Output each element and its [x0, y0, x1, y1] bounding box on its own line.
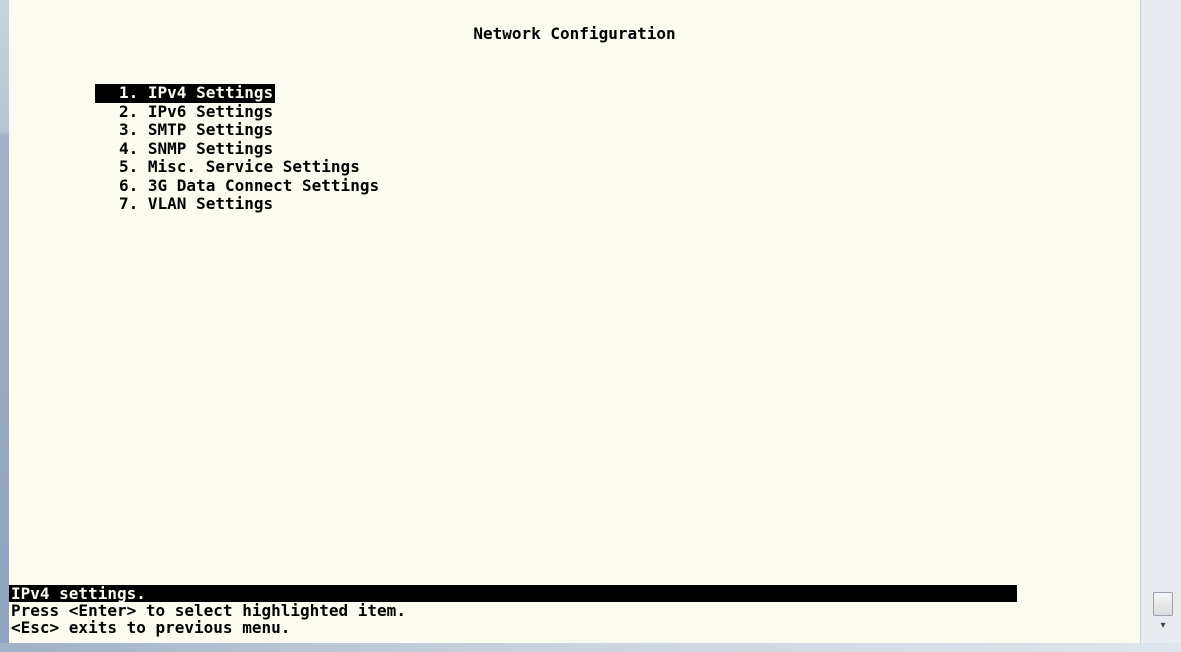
scrollbar-thumb[interactable]	[1153, 592, 1173, 616]
menu-item-ipv4-settings[interactable]: 1. IPv4 Settings	[95, 83, 276, 103]
menu-item-misc-service-settings[interactable]: 5. Misc. Service Settings	[95, 157, 379, 177]
status-description-bar: IPv4 settings.	[9, 585, 1017, 602]
network-config-menu: 1. IPv4 Settings 2. IPv6 Settings 3. SMT…	[95, 83, 380, 214]
vertical-scrollbar[interactable]: ▾	[1140, 0, 1181, 643]
menu-item-3g-data-connect-settings[interactable]: 6. 3G Data Connect Settings	[95, 175, 380, 196]
menu-item-label: 3. SMTP Settings	[119, 120, 274, 139]
help-text-esc: <Esc> exits to previous menu.	[11, 618, 291, 637]
menu-item-ipv6-settings[interactable]: 2. IPv6 Settings	[95, 101, 379, 122]
menu-item-label: 2. IPv6 Settings	[119, 101, 274, 121]
menu-item-label: 5. Misc. Service Settings	[119, 157, 360, 176]
help-text-enter: Press <Enter> to select highlighted item…	[11, 601, 406, 620]
window-frame-left	[0, 0, 9, 652]
menu-item-label: 1. IPv4 Settings	[119, 83, 274, 102]
menu-item-snmp-settings[interactable]: 4. SNMP Settings	[95, 138, 379, 159]
menu-item-vlan-settings[interactable]: 7. VLAN Settings	[95, 194, 379, 214]
menu-item-label: 6. 3G Data Connect Settings	[119, 175, 380, 195]
terminal-screen[interactable]: Network Configuration 1. IPv4 Settings 2…	[9, 0, 1140, 643]
window-frame-bottom	[0, 643, 1181, 652]
menu-item-label: 7. VLAN Settings	[119, 194, 274, 213]
scroll-down-arrow-icon[interactable]: ▾	[1155, 618, 1171, 634]
page-title: Network Configuration	[473, 24, 676, 43]
menu-item-smtp-settings[interactable]: 3. SMTP Settings	[95, 120, 379, 140]
menu-item-label: 4. SNMP Settings	[119, 138, 274, 158]
